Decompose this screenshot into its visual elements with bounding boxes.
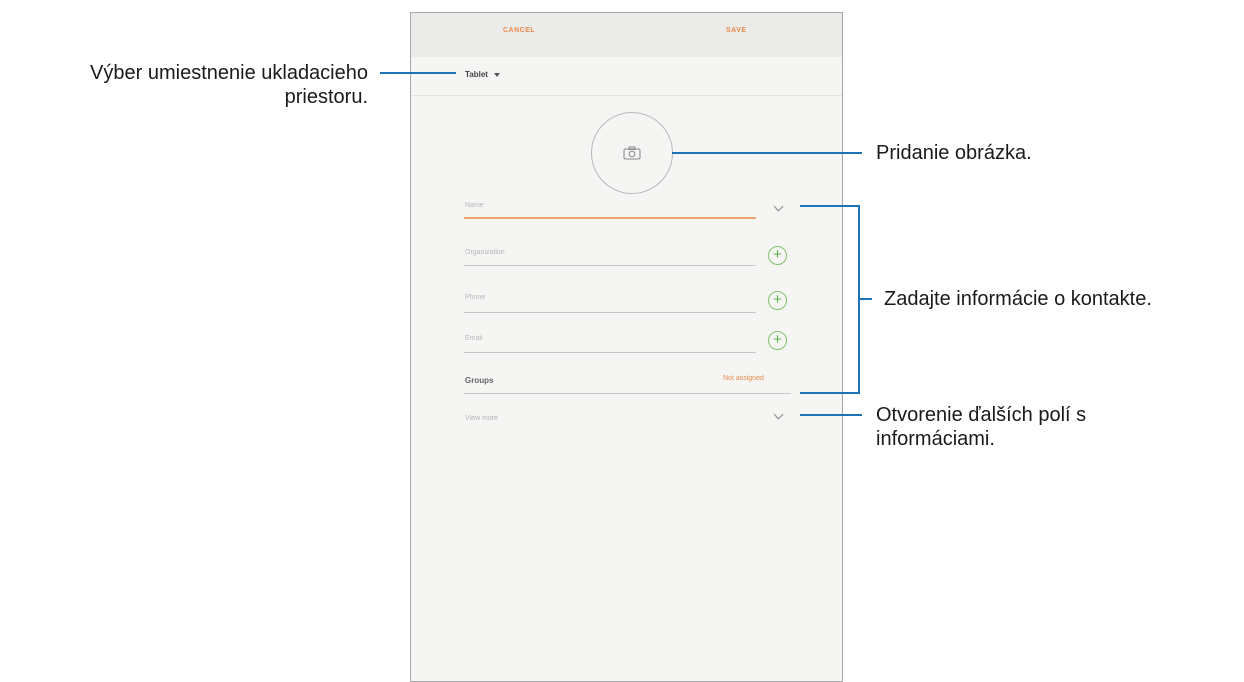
annotation-storage-line1: Výber umiestnenie ukladacieho: [90, 62, 368, 84]
chevron-down-icon[interactable]: [773, 201, 784, 212]
name-underline: [464, 217, 756, 219]
annotation-line-storage: [380, 72, 456, 74]
cancel-button[interactable]: CANCEL: [503, 27, 535, 34]
email-underline: [464, 352, 756, 353]
annotation-storage-line2: priestoru.: [284, 86, 368, 108]
storage-label: Tablet: [465, 70, 488, 79]
annotation-contact: Zadajte informácie o kontakte.: [884, 288, 1152, 310]
annotation-more-line2: informáciami.: [876, 428, 995, 450]
phone-underline: [464, 312, 756, 313]
plus-icon: +: [773, 246, 782, 263]
groups-label: Groups: [465, 376, 494, 385]
name-input[interactable]: Name: [465, 202, 484, 209]
divider: [411, 95, 842, 96]
camera-icon: [623, 146, 641, 160]
annotation-bracket-top: [800, 205, 860, 207]
add-photo-button[interactable]: [591, 112, 673, 194]
phone-screen: CANCEL SAVE Tablet Name Organization + P…: [410, 12, 843, 682]
add-organization-button[interactable]: +: [768, 246, 787, 265]
email-input[interactable]: Email: [465, 335, 483, 342]
annotation-bracket-tick: [860, 298, 872, 300]
add-email-button[interactable]: +: [768, 331, 787, 350]
annotation-line-photo: [672, 152, 862, 154]
annotation-more: Otvorenie ďalších polí s informáciami.: [876, 403, 1086, 451]
groups-value[interactable]: Not assigned: [723, 375, 764, 382]
view-more-button[interactable]: View more: [465, 415, 498, 422]
chevron-down-icon[interactable]: [773, 409, 784, 420]
add-phone-button[interactable]: +: [768, 291, 787, 310]
annotation-line-more: [800, 414, 862, 416]
annotation-more-line1: Otvorenie ďalších polí s: [876, 404, 1087, 426]
top-bar: CANCEL SAVE: [411, 13, 842, 57]
plus-icon: +: [773, 331, 782, 348]
organization-input[interactable]: Organization: [465, 249, 505, 256]
annotation-storage: Výber umiestnenie ukladacieho priestoru.: [10, 61, 368, 109]
annotation-photo: Pridanie obrázka.: [876, 142, 1032, 164]
plus-icon: +: [773, 291, 782, 308]
storage-selector[interactable]: Tablet: [465, 70, 500, 79]
save-button[interactable]: SAVE: [726, 27, 747, 34]
organization-underline: [464, 265, 756, 266]
groups-underline: [464, 393, 791, 394]
annotation-bracket-bottom: [800, 392, 860, 394]
phone-input[interactable]: Phone: [465, 294, 485, 301]
caret-down-icon: [493, 72, 500, 77]
